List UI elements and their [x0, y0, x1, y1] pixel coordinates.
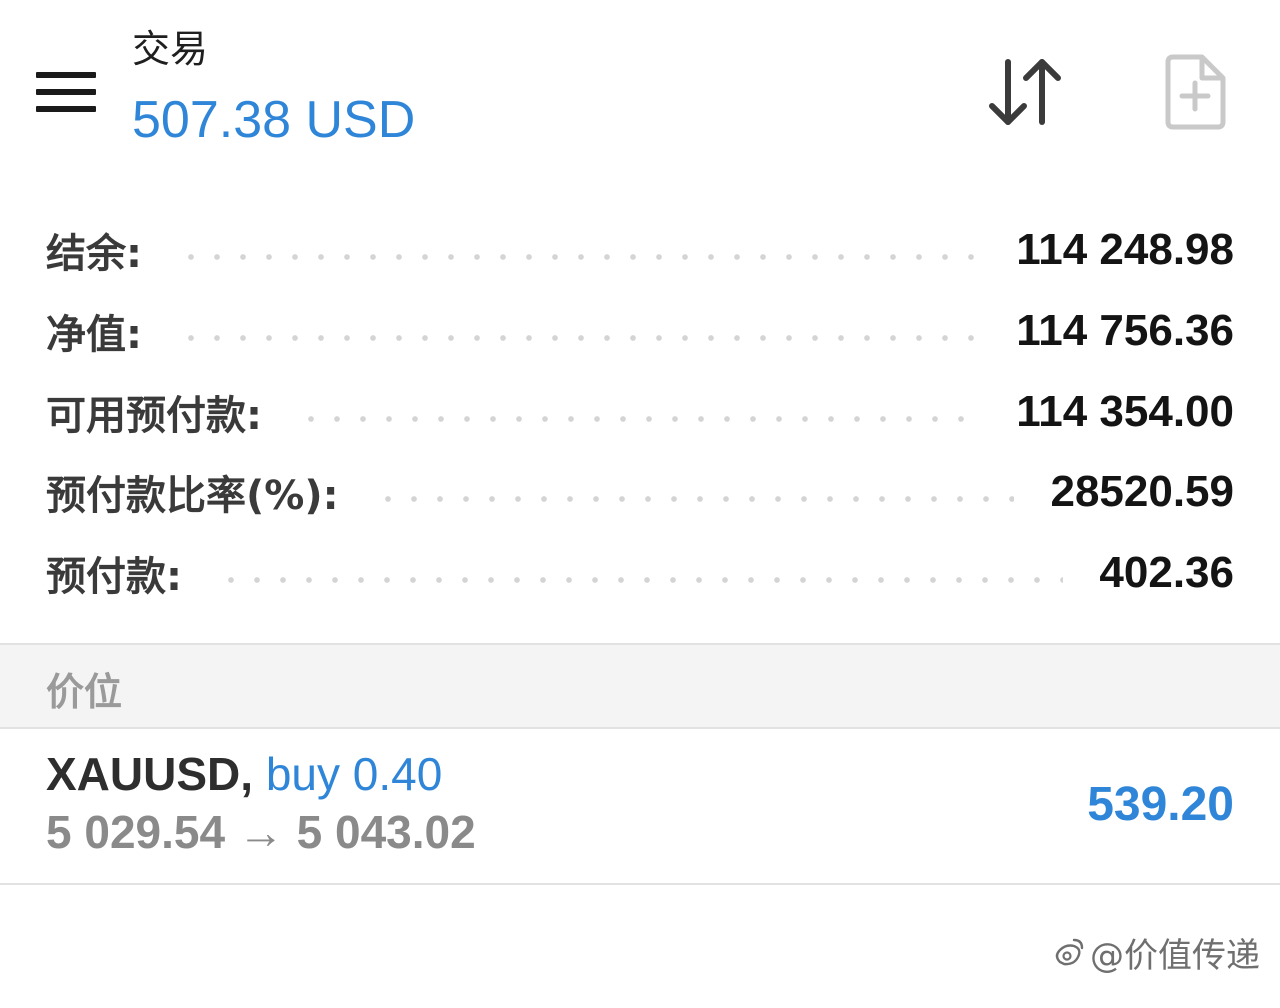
account-row-free-margin: 可用预付款: 114 354.00: [46, 380, 1234, 444]
margin-level-value: 28520.59: [1050, 467, 1234, 516]
dotted-leader: [374, 495, 1015, 503]
dotted-leader: [178, 253, 981, 261]
position-profit: 539.20: [1087, 778, 1234, 831]
hamburger-menu-icon[interactable]: [36, 72, 96, 112]
account-row-margin: 预付款: 402.36: [46, 541, 1234, 605]
trade-screen: 交易 507.38 USD 结余: 114 248.98 净值: 114 756…: [0, 0, 1280, 1008]
position-header: XAUUSD, buy 0.40: [46, 751, 442, 797]
sort-arrows-icon[interactable]: [982, 56, 1068, 130]
margin-label: 预付款:: [46, 554, 182, 600]
watermark-text: @价值传递: [1090, 936, 1260, 976]
dotted-leader: [178, 334, 981, 342]
account-row-margin-level: 预付款比率(%): 28520.59: [46, 460, 1234, 524]
position-type: buy 0.40: [265, 748, 443, 800]
positions-section-header: 价位: [0, 643, 1280, 729]
position-prices: 5 029.54 → 5 043.02: [46, 806, 476, 858]
section-label: 价位: [46, 670, 123, 714]
weibo-logo-icon: [1055, 938, 1084, 965]
dotted-leader: [298, 415, 981, 423]
account-row-balance: 结余: 114 248.98: [46, 218, 1234, 282]
new-document-plus-icon[interactable]: [1162, 54, 1228, 130]
equity-value: 114 756.36: [1016, 306, 1234, 355]
dotted-leader: [218, 576, 1064, 584]
watermark: @价值传递: [1052, 928, 1260, 977]
margin-value: 402.36: [1099, 548, 1234, 597]
position-row[interactable]: XAUUSD, buy 0.40 5 029.54 → 5 043.02 539…: [0, 727, 1280, 885]
balance-label: 结余:: [46, 231, 142, 277]
margin-level-label: 预付款比率(%):: [46, 473, 339, 519]
free-margin-value: 114 354.00: [1016, 387, 1234, 436]
position-symbol: XAUUSD,: [46, 748, 254, 800]
page-title: 交易: [132, 27, 209, 71]
free-margin-label: 可用预付款:: [46, 393, 262, 439]
balance-value: 114 248.98: [1016, 225, 1234, 274]
account-row-equity: 净值: 114 756.36: [46, 299, 1234, 363]
equity-label: 净值:: [46, 312, 142, 358]
total-profit: 507.38 USD: [132, 91, 416, 149]
